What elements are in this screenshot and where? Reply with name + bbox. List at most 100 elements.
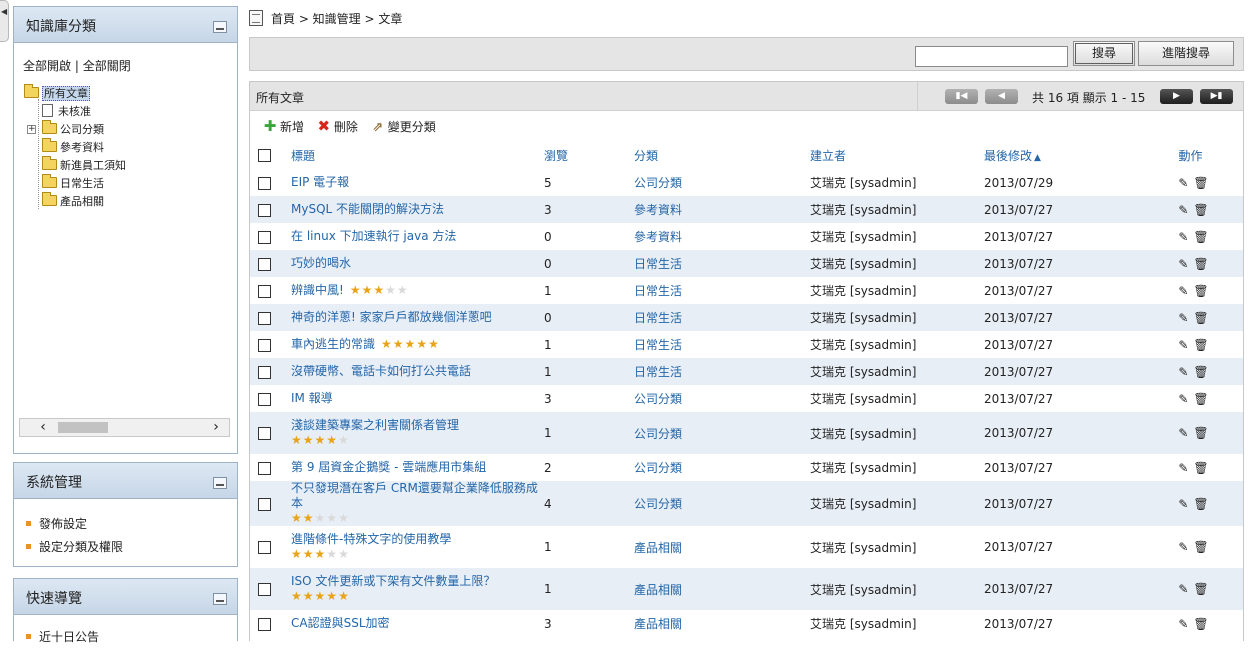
article-title-link[interactable]: 神奇的洋蔥! 家家戶戶都放幾個洋蔥吧 — [291, 310, 492, 324]
star-empty-icon[interactable]: ★ — [315, 511, 327, 525]
last-page-icon[interactable]: ▶▮ — [1200, 89, 1233, 104]
star-empty-icon[interactable]: ★ — [397, 283, 409, 297]
expand-plus-icon[interactable]: + — [27, 125, 36, 134]
article-title-link[interactable]: 不只發現潛在客戶 CRM還要幫企業降低服務成本 — [291, 481, 538, 510]
row-checkbox[interactable] — [258, 284, 271, 298]
edit-icon[interactable]: ✎ — [1178, 461, 1188, 475]
star-empty-icon[interactable]: ★ — [338, 433, 350, 447]
menu-item-category-permissions[interactable]: 設定分類及權限 — [26, 536, 123, 559]
tree-node-label[interactable]: 公司分類 — [60, 123, 104, 136]
menu-item-publish-settings[interactable]: 發佈設定 — [26, 513, 123, 536]
category-link[interactable]: 產品相關 — [634, 583, 682, 597]
star-filled-icon[interactable]: ★ — [291, 433, 303, 447]
trash-icon[interactable]: 🗑 — [1193, 497, 1208, 511]
article-title-link[interactable]: IM 報導 — [291, 391, 333, 405]
edit-icon[interactable]: ✎ — [1178, 392, 1188, 406]
scroll-left-icon[interactable]: ‹ — [34, 419, 52, 436]
tree-node-new-staff[interactable]: 新進員工須知 — [24, 156, 126, 175]
category-link[interactable]: 日常生活 — [634, 257, 682, 271]
star-filled-icon[interactable]: ★ — [291, 589, 303, 603]
star-filled-icon[interactable]: ★ — [291, 511, 303, 525]
category-link[interactable]: 公司分類 — [634, 427, 682, 441]
edit-icon[interactable]: ✎ — [1178, 257, 1188, 271]
table-row[interactable]: 巧妙的喝水 0 日常生活 艾瑞克 [sysadmin] 2013/07/27 ✎ 🗑 — [250, 250, 1243, 277]
change-category-label[interactable]: 變更分類 — [388, 120, 436, 134]
category-link[interactable]: 產品相關 — [634, 617, 682, 631]
row-checkbox[interactable] — [258, 365, 271, 379]
star-empty-icon[interactable]: ★ — [385, 283, 397, 297]
expand-all-link[interactable]: 全部開啟 — [23, 59, 71, 73]
breadcrumb-text[interactable]: 首頁 > 知識管理 > 文章 — [271, 12, 402, 26]
sidebar-collapse-tab[interactable]: ◀ — [0, 0, 9, 42]
row-checkbox[interactable] — [258, 617, 271, 631]
minimize-icon[interactable] — [213, 593, 227, 605]
star-empty-icon[interactable]: ★ — [338, 547, 350, 561]
category-link[interactable]: 日常生活 — [634, 338, 682, 352]
table-row[interactable]: 第 9 屆資金企鵝獎 - 雲端應用市集組 2 公司分類 艾瑞克 [sysadmin] 2… — [250, 454, 1243, 481]
article-title-link[interactable]: 巧妙的喝水 — [291, 256, 351, 270]
row-checkbox[interactable] — [258, 583, 271, 596]
star-filled-icon[interactable]: ★ — [326, 589, 338, 603]
edit-icon[interactable]: ✎ — [1178, 230, 1188, 244]
edit-icon[interactable]: ✎ — [1178, 338, 1188, 352]
column-title[interactable]: 標題 — [285, 141, 538, 169]
table-row[interactable]: 沒帶硬幣、電話卡如何打公共電話 1 日常生活 艾瑞克 [sysadmin] 2013/0… — [250, 358, 1243, 385]
article-title-link[interactable]: EIP 電子報 — [291, 175, 349, 189]
column-views[interactable]: 瀏覽 — [538, 141, 628, 169]
row-checkbox[interactable] — [258, 497, 271, 511]
edit-icon[interactable]: ✎ — [1178, 311, 1188, 325]
tree-node-label[interactable]: 產品相關 — [60, 195, 104, 208]
category-link[interactable]: 產品相關 — [634, 541, 682, 555]
edit-icon[interactable]: ✎ — [1178, 582, 1188, 596]
table-row[interactable]: 淺談建築專案之利害關係者管理 ★★★★★ 1 公司分類 艾瑞克 [sysadmin] 20… — [250, 412, 1243, 454]
add-label[interactable]: 新增 — [280, 120, 304, 134]
article-title-link[interactable]: 沒帶硬幣、電話卡如何打公共電話 — [291, 364, 471, 378]
table-row[interactable]: ISO 文件更新或下架有文件數量上限？ ★★★★★ 1 產品相關 艾瑞克 [sysadm… — [250, 568, 1243, 610]
tree-node-unapproved[interactable]: 未核准 — [24, 103, 126, 121]
category-link[interactable]: 公司分類 — [634, 392, 682, 406]
star-filled-icon[interactable]: ★ — [405, 337, 417, 351]
category-link[interactable]: 公司分類 — [634, 497, 682, 511]
category-link[interactable]: 日常生活 — [634, 284, 682, 298]
article-title-link[interactable]: CA認證與SSL加密 — [291, 616, 390, 630]
article-title-link[interactable]: 進階條件-特殊文字的使用教學 — [291, 532, 451, 546]
trash-icon[interactable]: 🗑 — [1193, 617, 1208, 631]
table-row[interactable]: IM 報導 3 公司分類 艾瑞克 [sysadmin] 2013/07/27 ✎ 🗑 — [250, 385, 1243, 412]
row-checkbox[interactable] — [258, 427, 271, 440]
advanced-search-button[interactable]: 進階搜尋 — [1138, 41, 1234, 66]
trash-icon[interactable]: 🗑 — [1193, 392, 1208, 406]
table-row[interactable]: MySQL 不能關閉的解決方法 3 參考資料 艾瑞克 [sysadmin] 2013/0… — [250, 196, 1243, 223]
star-filled-icon[interactable]: ★ — [373, 283, 385, 297]
edit-icon[interactable]: ✎ — [1178, 203, 1188, 217]
star-filled-icon[interactable]: ★ — [303, 433, 315, 447]
star-filled-icon[interactable]: ★ — [315, 433, 327, 447]
star-filled-icon[interactable]: ★ — [428, 337, 440, 351]
search-button[interactable]: 搜尋 — [1073, 41, 1135, 66]
star-filled-icon[interactable]: ★ — [315, 589, 327, 603]
select-all-checkbox[interactable] — [258, 149, 271, 162]
edit-icon[interactable]: ✎ — [1178, 540, 1188, 554]
star-filled-icon[interactable]: ★ — [303, 511, 315, 525]
column-category[interactable]: 分類 — [628, 141, 804, 169]
tree-node-daily-life[interactable]: 日常生活 — [24, 174, 126, 193]
row-checkbox[interactable] — [258, 176, 271, 190]
trash-icon[interactable]: 🗑 — [1193, 311, 1208, 325]
trash-icon[interactable]: 🗑 — [1193, 540, 1208, 554]
minimize-icon[interactable] — [213, 21, 227, 33]
prev-page-icon[interactable]: ◀ — [985, 89, 1018, 104]
column-modified[interactable]: 最後修改 ▲ — [978, 141, 1138, 169]
tree-node-company[interactable]: + 公司分類 — [24, 120, 126, 139]
trash-icon[interactable]: 🗑 — [1193, 230, 1208, 244]
star-filled-icon[interactable]: ★ — [393, 337, 405, 351]
edit-icon[interactable]: ✎ — [1178, 284, 1188, 298]
row-checkbox[interactable] — [258, 230, 271, 244]
add-button[interactable]: ✚ 新增 — [262, 117, 304, 136]
star-filled-icon[interactable]: ★ — [338, 589, 350, 603]
star-filled-icon[interactable]: ★ — [315, 547, 327, 561]
trash-icon[interactable]: 🗑 — [1193, 426, 1208, 440]
menu-item-label[interactable]: 發佈設定 — [39, 517, 87, 531]
category-link[interactable]: 參考資料 — [634, 203, 682, 217]
tree-node-all-articles[interactable]: 所有文章 — [24, 84, 126, 103]
menu-item-label[interactable]: 設定分類及權限 — [39, 540, 123, 554]
star-filled-icon[interactable]: ★ — [381, 337, 393, 351]
